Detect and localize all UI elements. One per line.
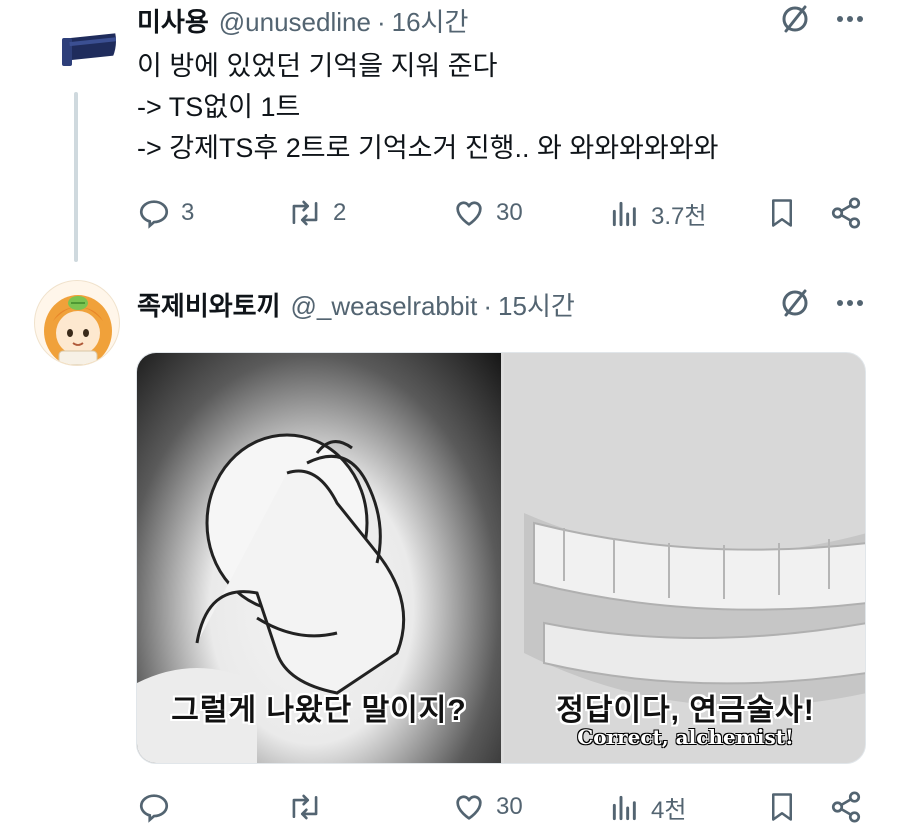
timestamp[interactable]: 15시간 — [498, 286, 575, 323]
reply-count: 3 — [181, 199, 195, 226]
share-icon — [831, 791, 861, 823]
grok-icon[interactable] — [780, 288, 810, 318]
display-name[interactable]: 미사용 — [137, 2, 209, 39]
like-count: 30 — [496, 199, 523, 226]
action-bar: 3 2 30 3.7천 — [137, 196, 867, 236]
tweet-line: 이 방에 있었던 기억을 지워 준다 — [137, 51, 498, 81]
tweet-media[interactable]: 그럴게 나왔단 말이지? 정답이다, 연금술사! Correct, alchem… — [136, 352, 866, 764]
view-count: 3.7천 — [651, 203, 707, 230]
like-button[interactable]: 30 — [452, 196, 523, 230]
avatar-image — [44, 295, 112, 365]
avatar-image — [62, 32, 116, 66]
reply-icon — [139, 200, 169, 229]
share-button[interactable] — [829, 196, 863, 230]
reply-button[interactable]: 3 — [137, 196, 194, 230]
right-caption-en: Correct, alchemist! — [577, 725, 794, 749]
bookmark-icon — [772, 199, 792, 227]
avatar[interactable] — [34, 280, 120, 366]
like-count: 30 — [496, 793, 523, 820]
tweet-line: -> 강제TS후 2트로 기억소거 진행.. 와 와와와와와와 — [137, 133, 719, 163]
like-icon — [456, 795, 482, 820]
user-handle[interactable]: @unusedline — [219, 7, 371, 38]
retweet-count: 2 — [333, 199, 347, 226]
media-panel-right: 정답이다, 연금술사! Correct, alchemist! — [504, 353, 865, 763]
action-bar: 30 4천 — [137, 790, 867, 830]
share-icon — [831, 197, 861, 229]
tweet-line: -> TS없이 1트 — [137, 92, 301, 122]
avatar[interactable] — [34, 0, 116, 82]
retweet-button[interactable] — [287, 790, 333, 824]
separator: · — [483, 291, 493, 321]
media-panel-left: 그럴게 나왔단 말이지? — [137, 353, 501, 763]
reply-icon — [139, 794, 169, 823]
header-icons — [780, 4, 864, 34]
left-caption: 그럴게 나왔단 말이지? — [171, 694, 467, 727]
display-name[interactable]: 족제비와토끼 — [137, 286, 281, 323]
bookmark-button[interactable] — [767, 790, 797, 824]
share-button[interactable] — [829, 790, 863, 824]
grok-icon[interactable] — [780, 4, 810, 34]
user-handle[interactable]: @_weaselrabbit — [291, 291, 478, 322]
right-caption-ko: 정답이다, 연금술사! — [556, 694, 815, 727]
tweet-1[interactable]: 미사용 @unusedline · 16시간 이 방에 있었던 기억을 지워 준… — [0, 0, 900, 262]
more-icon[interactable] — [836, 15, 864, 23]
like-icon — [456, 201, 482, 226]
timestamp[interactable]: 16시간 — [392, 2, 469, 39]
bookmark-button[interactable] — [767, 196, 797, 230]
retweet-icon — [292, 200, 318, 226]
more-icon[interactable] — [836, 299, 864, 307]
views-button[interactable]: 3.7천 — [609, 196, 706, 231]
bookmark-icon — [772, 793, 792, 821]
views-icon — [612, 795, 636, 820]
like-button[interactable]: 30 — [452, 790, 523, 824]
separator: · — [376, 7, 386, 37]
retweet-button[interactable]: 2 — [287, 196, 346, 230]
views-icon — [612, 201, 636, 226]
reply-button[interactable] — [137, 790, 181, 824]
thread-connector — [74, 92, 78, 262]
views-button[interactable]: 4천 — [609, 790, 686, 825]
retweet-icon — [292, 794, 318, 820]
tweet-text: 이 방에 있었던 기억을 지워 준다 -> TS없이 1트 -> 강제TS후 2… — [137, 46, 718, 169]
view-count: 4천 — [651, 797, 687, 824]
tweet-header: 족제비와토끼 @_weaselrabbit · 15시간 — [137, 286, 575, 323]
tweet-header: 미사용 @unusedline · 16시간 — [137, 2, 468, 39]
header-icons — [780, 288, 864, 318]
